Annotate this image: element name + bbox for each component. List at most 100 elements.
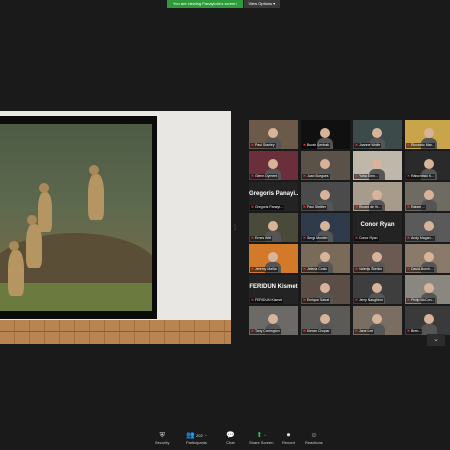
chat-button[interactable]: 💬 Chat [226,432,235,445]
participant-tile[interactable]: ✖ Ernes Witt [249,213,298,242]
participant-tile[interactable]: ✖ Ratschitski K... [405,151,450,180]
participant-tile[interactable]: ✖ Jerry Naughton [353,275,402,304]
participant-name: Tony Carrington [254,329,280,333]
participant-name: Juan Burgues [306,174,329,178]
participant-name: Burak Şenbak [306,143,329,147]
participant-name-label: ✖ Ratschitski K... [406,174,436,179]
participant-name-label: ✖ Conor Ryan [354,236,379,241]
mic-muted-icon: ✖ [251,174,254,178]
participant-tile[interactable]: ✖ Joanne Wolfe [353,120,402,149]
view-options-button[interactable]: View Options ▾ [243,0,281,8]
cheetah-cubs-photo [0,124,152,311]
participant-name: Valerijs Šileikis [358,267,383,271]
participant-tile[interactable]: ✖ Valerijs Šileikis [353,244,402,273]
participant-name-label: ✖ Jelena Cosic [302,267,328,272]
participant-name-label: ✖ Jane Lee [354,329,375,334]
mic-muted-icon: ✖ [407,329,410,333]
participant-name: David Burch... [410,267,433,271]
participant-tile[interactable]: ✖ Jelena Cosic [301,244,350,273]
participant-tile[interactable]: ✖ Paul Stettler [301,182,350,211]
participant-name-label: ✖ FERIDUN Kismet [250,298,284,303]
reactions-label: Reactions [305,440,323,445]
participant-tile[interactable]: ✖ Andy Magan... [405,213,450,242]
mic-muted-icon: ✖ [355,267,358,271]
participant-name-label: ✖ Valerijs Šileikis [354,267,384,272]
participant-name-label: ✖ Philip McCon... [406,298,436,303]
participant-tile[interactable]: ✖ Kieran Chopar [301,306,350,335]
floor-graphic [0,320,231,344]
gallery-view: ✖ Paul Stanley ✖ Burak Şenbak ✖ Joanne Wolfe ✖… [249,120,450,335]
participant-tile[interactable]: ✖ Ricard de Vr... [353,182,402,211]
participant-name-label: ✖ Jerry Naughton [354,298,384,303]
participant-tile[interactable]: ✖ Jeremy Mallia [249,244,298,273]
mic-muted-icon: ✖ [355,205,358,209]
participants-button[interactable]: 👥202 ^ Participants [186,432,207,445]
record-dot-icon: ⏺ [286,432,291,439]
participant-tile[interactable]: ✖ Rafael ... [405,182,450,211]
mic-muted-icon: ✖ [303,174,306,178]
participant-tile[interactable]: ✖ David Burch... [405,244,450,273]
mic-muted-icon: ✖ [303,205,306,209]
record-label: Record [282,440,295,445]
participant-name-label: ✖ David Burch... [406,267,434,272]
mic-muted-icon: ✖ [303,236,306,240]
participant-name-label: ✖ Yoha Sinn... [354,174,379,179]
chevron-down-icon: ▾ [273,1,276,6]
participant-name: Andy Magan... [410,236,434,240]
participant-name: Gregoris Panayi... [254,205,283,209]
chat-bubble-icon: 💬 [226,432,235,439]
participant-name: Rafael ... [410,205,425,209]
participant-tile[interactable]: ✖ Sergi Montiel [301,213,350,242]
record-button[interactable]: ⏺ Record [282,432,295,445]
participant-tile[interactable]: ✖ Enrique Sabat [301,275,350,304]
share-up-arrow-icon: ⬆ ^ [256,432,267,439]
security-label: Security [155,440,170,445]
reactions-button[interactable]: ☺ Reactions [305,432,323,445]
participant-tile[interactable]: ✖ Jane Lee [353,306,402,335]
participant-name: Jerry Naughton [358,298,383,302]
shared-photo-frame [0,116,157,319]
participant-tile[interactable]: ✖ Philip McCon... [405,275,450,304]
participants-label: Participants [186,440,207,445]
mic-muted-icon: ✖ [407,298,410,302]
mic-muted-icon: ✖ [251,298,254,302]
participant-name-label: ✖ Enrique Sabat [302,298,331,303]
participant-tile[interactable]: ✖ Bren... [405,306,450,335]
participant-name-label: ✖ Bren... [406,329,423,334]
cheetah-cub [26,215,42,268]
participant-name: Ricard de Vr... [358,205,381,209]
participant-tile[interactable]: ✖ Riccardo Mar... [405,120,450,149]
participant-name: Kieran Chopar [306,329,330,333]
mic-muted-icon: ✖ [251,236,254,240]
participant-tile[interactable]: FERIDUN Kismet ✖ FERIDUN Kismet [249,275,298,304]
mic-muted-icon: ✖ [303,298,306,302]
participant-name-label: ✖ Andy Magan... [406,236,435,241]
security-button[interactable]: ⛨ Security [155,432,169,445]
mic-muted-icon: ✖ [251,143,254,147]
participant-name: Paul Stettler [306,205,327,209]
participant-name-label: ✖ Burak Şenbak [302,143,330,148]
participant-tile[interactable]: ✖ Burak Şenbak [301,120,350,149]
participant-display-name: Conor Ryan [360,222,395,228]
mic-muted-icon: ✖ [407,174,410,178]
participant-name: Joanne Wolfe [358,143,381,147]
participant-tile[interactable]: ✖ Yoha Sinn... [353,151,402,180]
participant-display-name: FERIDUN Kismet [249,284,298,290]
mic-muted-icon: ✖ [251,205,254,209]
participant-name: Yoha Sinn... [358,174,378,178]
participant-tile[interactable]: ✖ Juan Burgues [301,151,350,180]
mic-muted-icon: ✖ [251,329,254,333]
participant-tile[interactable]: ✖ Tony Carrington [249,306,298,335]
participant-tile[interactable]: ✖ Paul Stanley [249,120,298,149]
mic-muted-icon: ✖ [355,143,358,147]
participant-name: Sergi Montiel [306,236,328,240]
participant-tile[interactable]: Conor Ryan ✖ Conor Ryan [353,213,402,242]
participant-tile[interactable]: ✖ Glenn Dyment [249,151,298,180]
participant-name: Jeremy Mallia [254,267,277,271]
mic-muted-icon: ✖ [251,267,254,271]
resize-handle-icon[interactable]: ⋮ [232,224,238,231]
gallery-next-page-button[interactable]: ⌄ [427,334,445,346]
participant-name-label: ✖ Gregoris Panayi... [250,205,284,210]
share-screen-button[interactable]: ⬆ ^ Share Screen [249,432,273,445]
participant-tile[interactable]: Gregoris Panayi... ✖ Gregoris Panayi... [249,182,298,211]
